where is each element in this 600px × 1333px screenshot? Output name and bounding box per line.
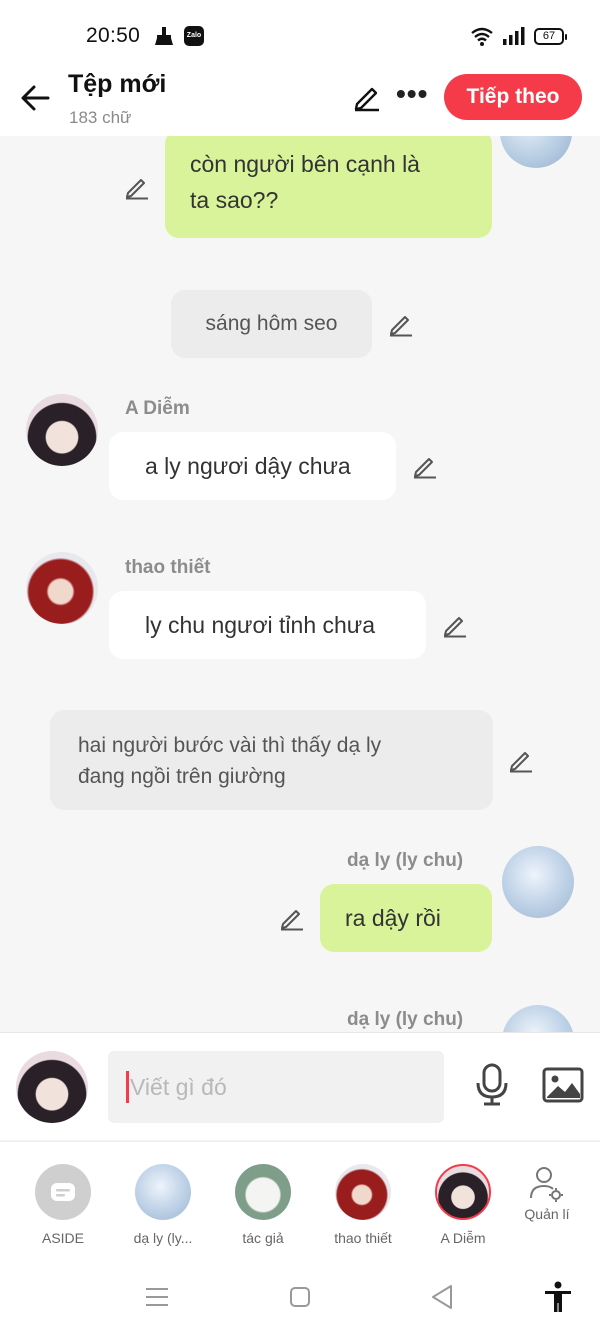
status-bar: 20:50 Zalo 67 (0, 0, 600, 68)
character-label: ASIDE (41, 1230, 84, 1246)
back-arrow-icon[interactable] (18, 80, 54, 116)
signal-icon (503, 27, 525, 45)
character-label: A Diễm (440, 1230, 486, 1246)
character-label: tác giả (242, 1230, 284, 1246)
document-title: Tệp mới (68, 70, 167, 98)
aside-avatar (35, 1164, 91, 1220)
message-text: còn người bên cạnh là (190, 151, 420, 177)
character-label: thao thiết (334, 1230, 392, 1246)
message-bubble[interactable]: còn người bên cạnh là ta sao?? (165, 136, 492, 238)
back-icon[interactable] (430, 1284, 454, 1310)
chat-area[interactable]: còn người bên cạnh là ta sao?? sáng hôm … (0, 136, 600, 1032)
narration-text: sáng hôm seo (205, 312, 338, 335)
character-label: Quản lí (524, 1206, 570, 1222)
manage-user-icon (530, 1167, 563, 1202)
character-tac-gia[interactable]: tác giả (213, 1164, 313, 1246)
speaker-name: A Diễm (125, 398, 190, 419)
current-speaker-avatar[interactable] (16, 1051, 88, 1123)
avatar-da-ly[interactable] (500, 136, 572, 168)
accessibility-icon[interactable] (543, 1281, 573, 1313)
page: { "status": { "time": "20:50", "battery"… (0, 0, 600, 1333)
narration-bubble[interactable]: hai người bước vài thì thấy dạ ly đang n… (50, 710, 493, 810)
speaker-name: dạ ly (ly chu) (347, 850, 464, 871)
thao-thiet-avatar (335, 1164, 391, 1220)
image-icon[interactable] (542, 1067, 584, 1103)
message-text: a ly ngươi dậy chưa (145, 453, 351, 479)
speaker-name: thao thiết (125, 557, 211, 578)
chat-bubble-icon (51, 1183, 75, 1201)
status-left-icons: Zalo (154, 26, 204, 46)
edit-title-icon[interactable] (352, 82, 382, 112)
message-text: ra dậy rồi (345, 905, 441, 931)
avatar-a-diem[interactable] (26, 394, 98, 466)
status-time: 20:50 (86, 24, 141, 47)
speaker-name: dạ ly (ly chu) (347, 1009, 464, 1030)
avatar-thao-thiet[interactable] (26, 552, 98, 624)
character-manage[interactable]: Quản lí (497, 1164, 597, 1222)
character-thao-thiet[interactable]: thao thiết (313, 1164, 413, 1246)
edit-message-icon[interactable] (388, 311, 414, 337)
message-bubble[interactable]: ra dậy rồi (320, 884, 492, 952)
message-text: ta sao?? (190, 187, 279, 213)
message-text: ly chu ngươi tỉnh chưa (145, 612, 375, 638)
microphone-icon[interactable] (474, 1063, 510, 1107)
tac-gia-avatar (235, 1164, 291, 1220)
edit-message-icon[interactable] (412, 453, 438, 479)
menu-icon[interactable] (144, 1286, 170, 1308)
da-ly-avatar (135, 1164, 191, 1220)
message-bubble[interactable]: a ly ngươi dậy chưa (109, 432, 396, 500)
battery-icon: 67 (534, 27, 567, 45)
word-count: 183 chữ (69, 108, 132, 127)
a-diem-avatar (435, 1164, 491, 1220)
edit-message-icon[interactable] (279, 905, 305, 931)
more-options-icon[interactable]: ••• (396, 78, 428, 110)
narration-text: đang ngồi trên giường (78, 765, 286, 788)
avatar-da-ly[interactable] (502, 1005, 574, 1032)
edit-message-icon[interactable] (508, 747, 534, 773)
status-right-icons: 67 (470, 26, 567, 46)
cleaner-icon (155, 27, 173, 45)
next-button[interactable]: Tiếp theo (444, 74, 582, 120)
wifi-icon (471, 27, 493, 46)
home-icon[interactable] (288, 1285, 312, 1309)
input-placeholder: Viết gì đó (130, 1074, 227, 1100)
message-bubble[interactable]: ly chu ngươi tỉnh chưa (109, 591, 426, 659)
avatar-da-ly[interactable] (502, 846, 574, 918)
edit-message-icon[interactable] (442, 612, 468, 638)
message-input[interactable]: Viết gì đó (108, 1051, 444, 1123)
narration-text: hai người bước vài thì thấy dạ ly (78, 734, 382, 757)
composer-bar: Viết gì đó (0, 1032, 600, 1140)
top-app-bar: Tệp mới 183 chữ ••• Tiếp theo (0, 68, 600, 136)
character-label: dạ ly (ly... (133, 1230, 193, 1246)
narration-bubble[interactable]: sáng hôm seo (171, 290, 372, 358)
zalo-icon: Zalo (184, 26, 204, 46)
system-nav-bar (0, 1263, 600, 1333)
edit-message-icon[interactable] (124, 174, 150, 200)
character-da-ly[interactable]: dạ ly (ly... (113, 1164, 213, 1246)
text-cursor (126, 1071, 129, 1103)
character-selector: ASIDE dạ ly (ly... tác giả thao thiết A … (0, 1141, 600, 1263)
character-aside[interactable]: ASIDE (13, 1164, 113, 1246)
